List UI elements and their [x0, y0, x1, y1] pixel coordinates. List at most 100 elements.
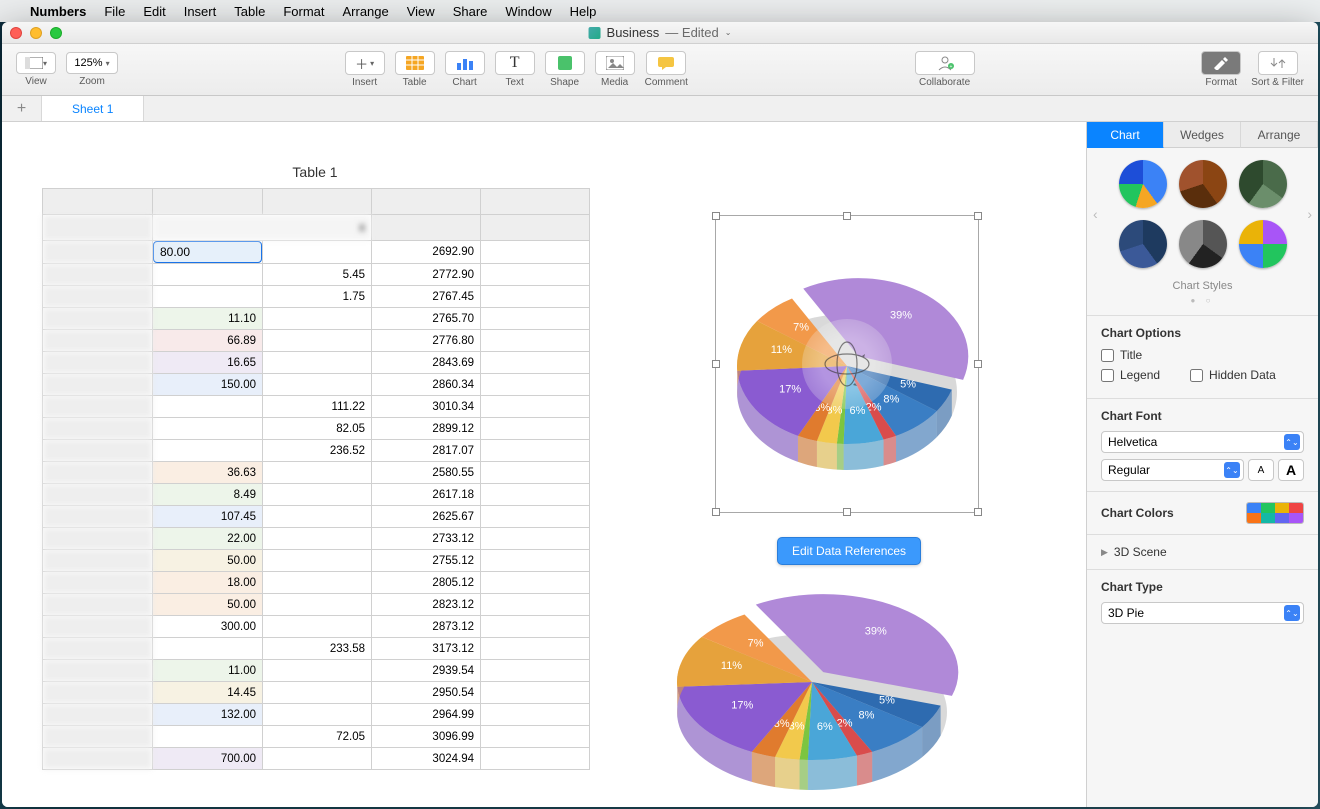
cell[interactable] — [263, 616, 372, 638]
resize-handle[interactable] — [712, 508, 720, 516]
menu-help[interactable]: Help — [570, 4, 597, 19]
view-menu-button[interactable]: ▾ — [16, 52, 56, 74]
pie-chart-2[interactable]: 39%5%8%2%6%3%3%17%11%7% — [652, 562, 972, 802]
cell[interactable]: 2817.07 — [372, 440, 481, 462]
pie-chart-selected[interactable]: 39%5%8%2%6%3%3%17%11%7% — [716, 216, 978, 512]
row-header[interactable]: x — [43, 396, 153, 418]
row-header[interactable]: x — [43, 726, 153, 748]
row-header[interactable]: x — [43, 241, 153, 264]
media-button[interactable] — [595, 51, 635, 75]
cell[interactable]: 3096.99 — [372, 726, 481, 748]
cell[interactable]: 2692.90 — [372, 241, 481, 264]
close-button[interactable] — [10, 27, 22, 39]
cell[interactable] — [263, 660, 372, 682]
row-header[interactable]: x — [43, 462, 153, 484]
chart-style-5[interactable] — [1179, 220, 1227, 268]
text-button[interactable]: T — [495, 51, 535, 75]
cell[interactable] — [153, 286, 263, 308]
3d-scene-disclosure[interactable]: ▶3D Scene — [1101, 545, 1304, 559]
cell[interactable]: 233.58 — [263, 638, 372, 660]
cell[interactable] — [481, 528, 590, 550]
add-sheet-button[interactable]: + — [2, 96, 42, 121]
comment-button[interactable] — [646, 51, 686, 75]
cell[interactable] — [481, 308, 590, 330]
menu-share[interactable]: Share — [453, 4, 488, 19]
cell[interactable] — [481, 638, 590, 660]
fullscreen-button[interactable] — [50, 27, 62, 39]
row-header[interactable]: x — [43, 264, 153, 286]
cell[interactable] — [263, 241, 372, 264]
cell[interactable] — [481, 330, 590, 352]
cell[interactable]: 2939.54 — [372, 660, 481, 682]
cell[interactable]: 1.75 — [263, 286, 372, 308]
cell[interactable] — [153, 638, 263, 660]
resize-handle[interactable] — [712, 212, 720, 220]
menu-table[interactable]: Table — [234, 4, 265, 19]
row-header[interactable]: x — [43, 682, 153, 704]
cell[interactable]: 2899.12 — [372, 418, 481, 440]
row-header[interactable]: x — [43, 286, 153, 308]
resize-handle[interactable] — [843, 508, 851, 516]
cell[interactable]: 2580.55 — [372, 462, 481, 484]
cell[interactable] — [263, 748, 372, 770]
style-page-dots[interactable]: ● ○ — [1101, 296, 1304, 305]
cell[interactable]: 132.00 — [153, 704, 263, 726]
cell[interactable] — [481, 594, 590, 616]
cell[interactable] — [263, 572, 372, 594]
hidden-data-checkbox[interactable] — [1190, 369, 1203, 382]
cell[interactable] — [481, 440, 590, 462]
cell[interactable] — [481, 352, 590, 374]
sheet-tab-1[interactable]: Sheet 1 — [42, 96, 144, 121]
resize-handle[interactable] — [974, 508, 982, 516]
row-header[interactable]: x — [43, 660, 153, 682]
shape-button[interactable] — [545, 51, 585, 75]
cell[interactable]: 2767.45 — [372, 286, 481, 308]
cell[interactable] — [263, 352, 372, 374]
cell[interactable]: 2625.67 — [372, 506, 481, 528]
inspector-tab-wedges[interactable]: Wedges — [1164, 122, 1241, 148]
cell[interactable] — [481, 506, 590, 528]
resize-handle[interactable] — [974, 360, 982, 368]
cell[interactable] — [263, 550, 372, 572]
legend-checkbox[interactable] — [1101, 369, 1114, 382]
cell[interactable]: 22.00 — [153, 528, 263, 550]
collaborate-button[interactable]: + — [915, 51, 975, 75]
cell[interactable]: 16.65 — [153, 352, 263, 374]
menu-window[interactable]: Window — [505, 4, 551, 19]
insert-button[interactable]: ＋▾ — [345, 51, 385, 75]
row-header[interactable]: x — [43, 550, 153, 572]
chart-style-6[interactable] — [1239, 220, 1287, 268]
cell[interactable] — [481, 660, 590, 682]
cell[interactable]: 3010.34 — [372, 396, 481, 418]
row-header[interactable]: x — [43, 374, 153, 396]
cell[interactable]: 5.45 — [263, 264, 372, 286]
font-size-increase[interactable]: A — [1278, 459, 1304, 481]
cell[interactable]: 2733.12 — [372, 528, 481, 550]
cell[interactable]: 2873.12 — [372, 616, 481, 638]
cell[interactable] — [153, 418, 263, 440]
row-header[interactable]: x — [43, 638, 153, 660]
chart-colors-button[interactable] — [1246, 502, 1304, 524]
title-checkbox[interactable] — [1101, 349, 1114, 362]
inspector-tab-arrange[interactable]: Arrange — [1241, 122, 1318, 148]
cell[interactable]: 2860.34 — [372, 374, 481, 396]
row-header[interactable]: x — [43, 418, 153, 440]
cell[interactable] — [263, 330, 372, 352]
cell[interactable] — [153, 264, 263, 286]
zoom-dropdown[interactable]: 125%▾ — [66, 52, 118, 74]
cell[interactable]: 2964.99 — [372, 704, 481, 726]
cell[interactable] — [263, 704, 372, 726]
cell[interactable]: 2776.80 — [372, 330, 481, 352]
menu-file[interactable]: File — [104, 4, 125, 19]
cell[interactable] — [153, 726, 263, 748]
font-size-decrease[interactable]: A — [1248, 459, 1274, 481]
cell[interactable] — [263, 506, 372, 528]
cell[interactable]: 150.00 — [153, 374, 263, 396]
cell[interactable] — [481, 550, 590, 572]
row-header[interactable]: x — [43, 616, 153, 638]
prev-styles-icon[interactable]: ‹ — [1093, 206, 1098, 222]
cell[interactable]: 236.52 — [263, 440, 372, 462]
sort-filter-button[interactable] — [1258, 51, 1298, 75]
cell[interactable] — [481, 462, 590, 484]
cell[interactable]: 2823.12 — [372, 594, 481, 616]
